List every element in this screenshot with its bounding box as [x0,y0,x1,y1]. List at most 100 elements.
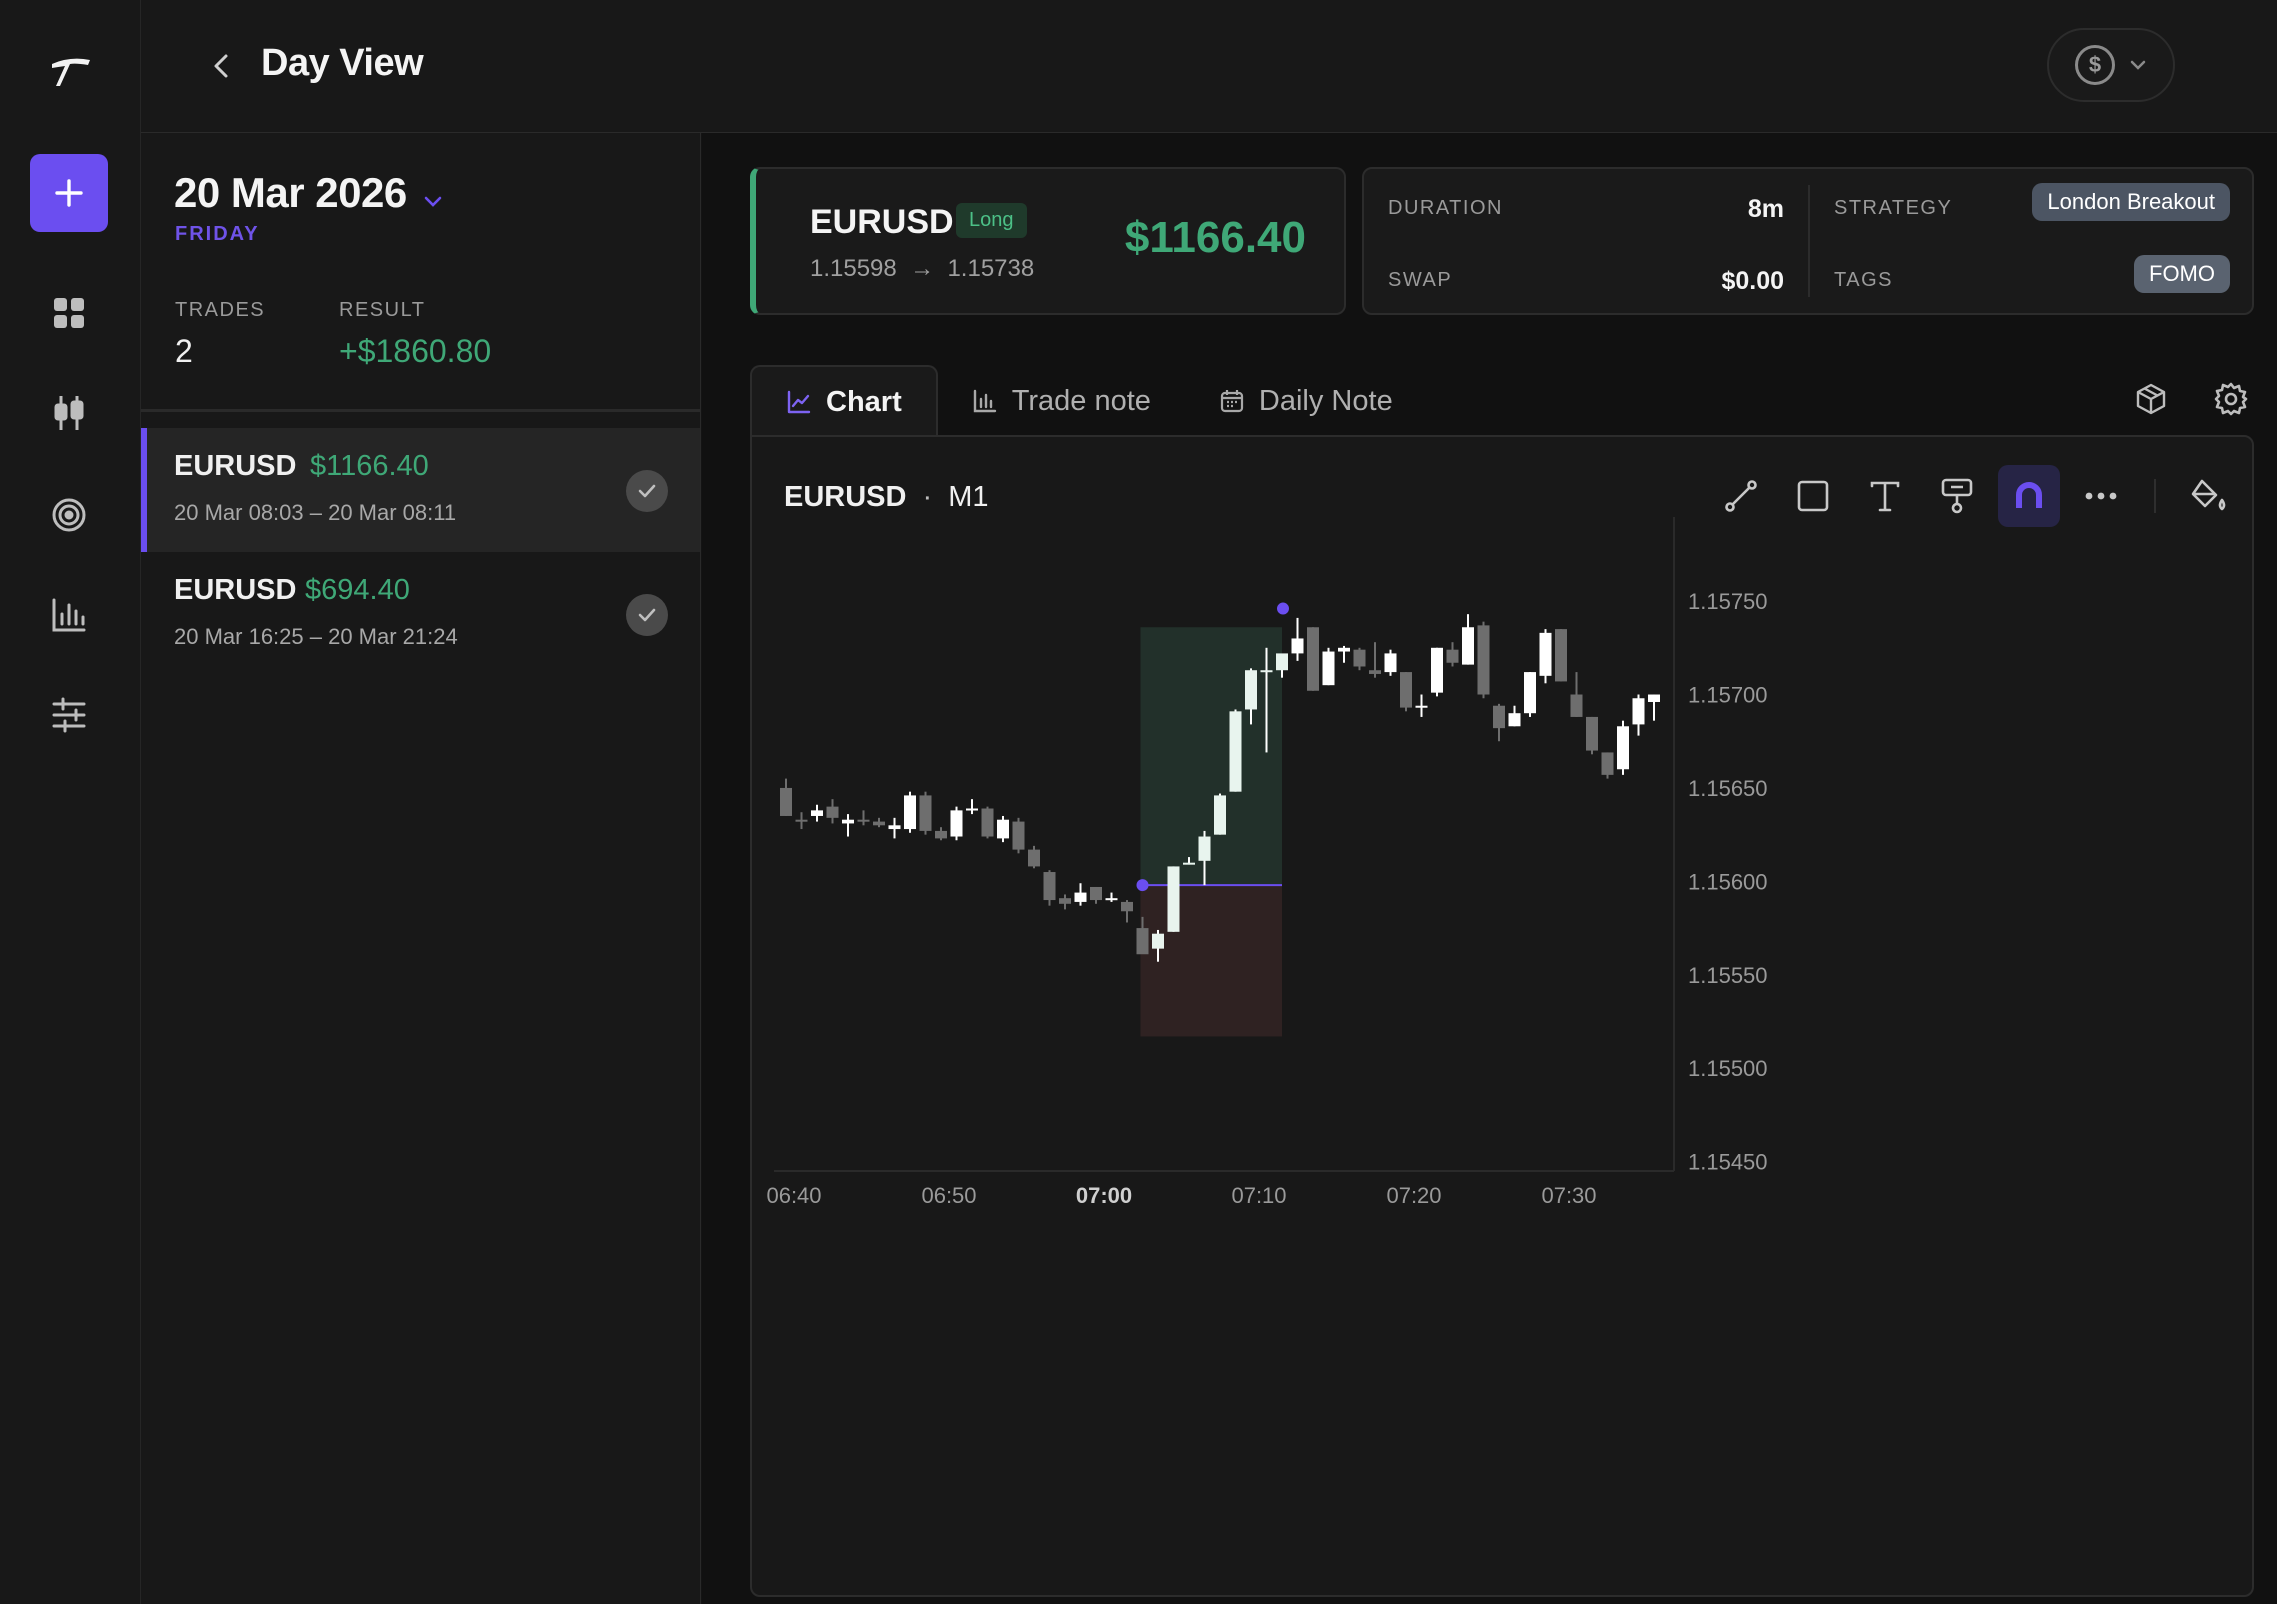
dollar-icon: $ [2075,45,2115,85]
candle-body [1043,872,1056,901]
candle-body [857,819,870,822]
exit-marker [1277,602,1289,615]
candle-body [1276,653,1288,671]
candle-body [780,787,792,816]
dashboard-icon[interactable] [48,292,90,334]
candle-body [1477,625,1490,695]
trade-list-item[interactable]: EURUSD $694.40 20 Mar 16:25 – 20 Mar 21:… [141,552,700,676]
candle-body [1245,670,1257,710]
candle-body [1384,653,1397,673]
candle-body [1059,898,1071,904]
candlestick-chart[interactable]: 1.15750 1.15700 1.15650 1.15600 1.15550 1.155… [752,437,2256,1597]
candle-body [1090,886,1102,901]
candle-body [842,819,854,824]
direction-badge: Long [956,203,1027,238]
candle-body [1369,670,1381,674]
candle-body [1524,672,1536,714]
check-icon [626,470,668,512]
candle-body [1167,866,1180,932]
chart-panel: EURUSD · M1 1.15750 1.15700 1.15650 1.15… [750,435,2254,1597]
candle-body [1400,672,1412,708]
candle-body [811,810,823,816]
y-tick-label: 1.15650 [1688,776,1768,801]
x-tick-label: 06:40 [766,1183,821,1208]
chevron-down-icon [424,196,441,207]
strategy-pill[interactable]: London Breakout [2032,183,2230,221]
candle-body [1446,649,1459,663]
loss-zone [1140,885,1282,1037]
check-icon [626,594,668,636]
candle-body [1508,713,1521,727]
add-trade-button[interactable] [30,154,108,232]
reports-chart-icon[interactable] [48,594,90,636]
settings-sliders-icon[interactable] [48,694,90,736]
gear-icon[interactable] [2211,379,2251,419]
currency-selector[interactable]: $ [2047,28,2175,102]
candle-body [1136,928,1149,955]
candle-body [966,808,978,811]
page-title: Day View [261,42,424,84]
candle-body [1028,849,1040,867]
arrow-right-icon: → [910,255,935,282]
trade-symbol: EURUSD [810,203,954,241]
duration-label: DURATION [1388,197,1503,219]
tab-label: Trade note [1011,384,1151,417]
divider [1808,185,1810,297]
trade-pnl: $1166.40 [310,450,429,482]
tag-pill[interactable]: FOMO [2134,255,2230,293]
candle-body [1291,638,1304,654]
candle-body [935,830,947,839]
date-picker[interactable]: 20 Mar 2026 [174,169,443,217]
trade-list-item[interactable]: EURUSD $1166.40 20 Mar 08:03 – 20 Mar 08… [141,428,700,552]
candle-body [981,808,994,837]
trade-time: 20 Mar 08:03 – 20 Mar 08:11 [174,500,457,525]
candle-body [1601,752,1614,775]
candle-body [1539,632,1552,676]
tab-label: Daily Note [1258,384,1393,417]
y-tick-label: 1.15750 [1688,589,1768,614]
candle-body [1012,821,1025,850]
app-logo-icon[interactable] [48,52,94,92]
candle-body [1074,892,1087,902]
chart-tools [2131,379,2251,419]
candle-body [1586,716,1598,751]
tab-daily-note[interactable]: Daily Note [1185,365,1427,437]
swap-value: $0.00 [1721,267,1784,295]
trade-pnl: $1166.40 [1124,213,1306,262]
tab-trade-note[interactable]: Trade note [938,365,1185,437]
candle-body [1415,705,1428,708]
entry-price: 1.15598 [810,255,897,282]
trade-symbol: EURUSD [174,574,297,606]
day-summary-panel: 20 Mar 2026 FRIDAY TRADES 2 RESULT +$186… [141,133,701,1604]
x-tick-label: 07:30 [1541,1183,1596,1208]
candle-body [1353,649,1366,667]
cube-icon[interactable] [2131,379,2171,419]
trade-time: 20 Mar 16:25 – 20 Mar 21:24 [174,624,458,649]
entry-exit-prices: 1.15598 → 1.15738 [810,255,1034,283]
candle-body [1617,726,1629,770]
candle-body [1570,694,1583,717]
tab-chart[interactable]: Chart [750,365,938,437]
y-tick-label: 1.15700 [1688,683,1768,708]
chevron-down-icon [2130,60,2146,70]
candle-body [1183,862,1195,865]
profit-zone [1140,627,1282,886]
candle-body [1307,627,1319,691]
x-tick-label: 07:10 [1231,1183,1286,1208]
tab-bar: Chart Trade note Daily Note [750,365,1427,437]
result-label: RESULT [339,299,426,321]
candle-body [795,819,808,822]
calendar-icon [1220,390,1244,413]
candle-body [1632,698,1645,725]
trades-count: 2 [175,333,193,369]
candle-body [1229,711,1242,792]
target-icon[interactable] [48,494,90,536]
back-button[interactable] [201,46,241,86]
y-tick-label: 1.15550 [1688,963,1768,988]
candlestick-icon[interactable] [48,392,90,434]
tab-label: Chart [826,385,902,418]
candle-body [1214,795,1226,835]
exit-price: 1.15738 [947,255,1035,282]
candle-body [1198,836,1211,861]
result-value: +$1860.80 [339,333,492,369]
